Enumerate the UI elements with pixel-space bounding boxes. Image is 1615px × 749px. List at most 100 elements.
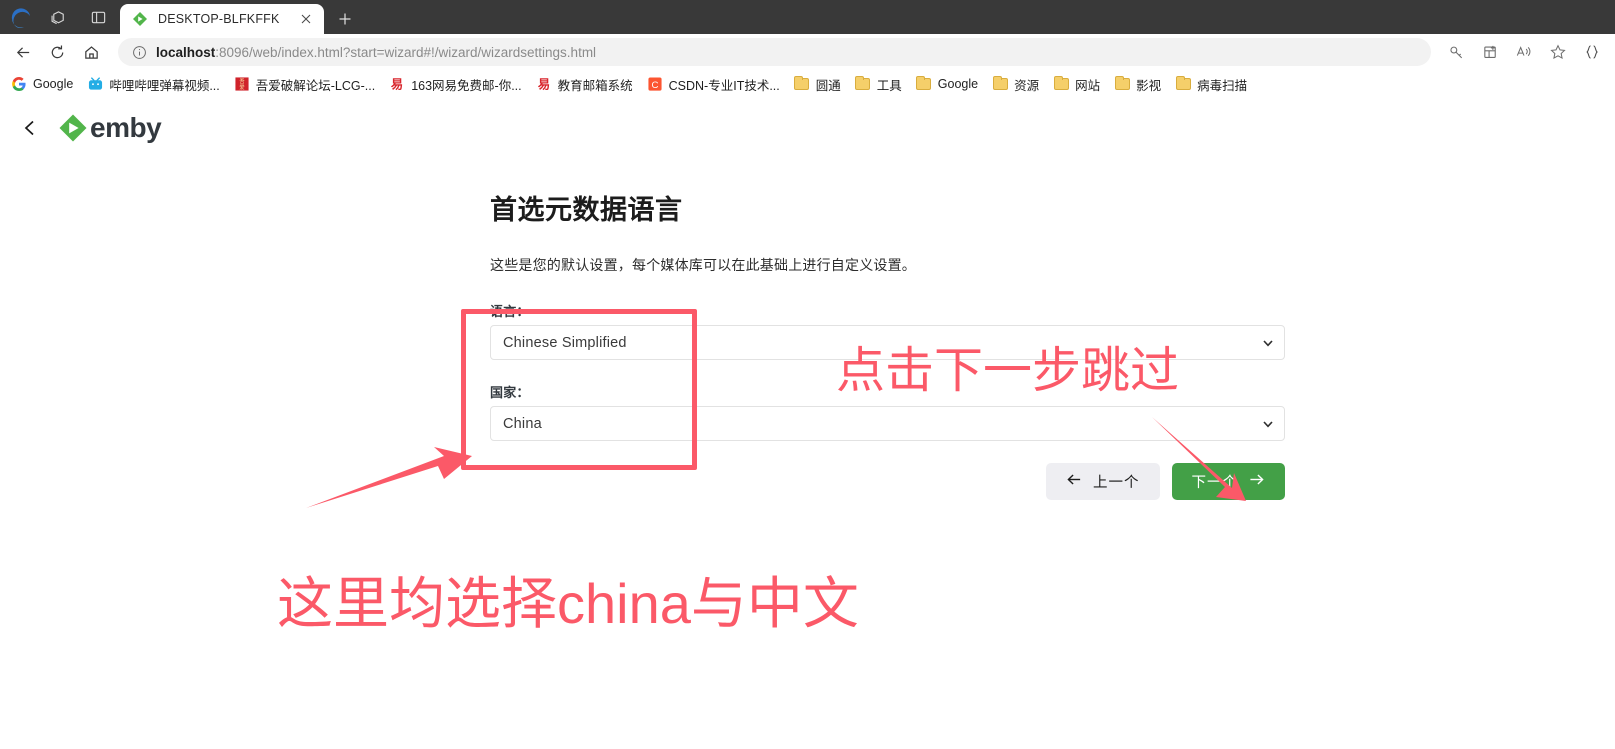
- svg-text:爱: 爱: [239, 83, 244, 91]
- bookmark-label: Google: [33, 77, 74, 91]
- folder-icon: [855, 76, 871, 92]
- language-select-wrapper[interactable]: Chinese Simplified: [490, 325, 1285, 360]
- country-select-wrapper[interactable]: China: [490, 406, 1285, 441]
- tab-strip: DESKTOP-BLFKFFK: [0, 0, 1615, 34]
- 52pojie-icon: 吾爱: [234, 76, 250, 92]
- browser-essentials-icon[interactable]: [1575, 37, 1609, 67]
- folder-icon: [1175, 76, 1191, 92]
- bookmark-label: 资源: [1014, 78, 1040, 93]
- workspaces-icon[interactable]: [38, 0, 78, 34]
- emby-diamond-icon: [58, 113, 88, 143]
- chevron-left-icon[interactable]: [8, 106, 52, 150]
- arrow-left-icon: [1066, 472, 1083, 491]
- folder-icon: [794, 76, 810, 90]
- wizard-panel: 首选元数据语言 这些是您的默认设置，每个媒体库可以在此基础上进行自定义设置。 语…: [490, 188, 1285, 500]
- next-button[interactable]: 下一个: [1171, 463, 1285, 500]
- bookmark-item[interactable]: 影视: [1107, 73, 1168, 95]
- browser-window: DESKTOP-BLFKFFK localhost:8096/web/index…: [0, 0, 1615, 749]
- language-select[interactable]: Chinese Simplified: [490, 325, 1285, 360]
- bookmark-item[interactable]: Google: [4, 73, 80, 95]
- toolbar-right-group: [1439, 37, 1609, 67]
- info-circle-icon[interactable]: [128, 41, 150, 63]
- netease-icon: 易: [536, 76, 552, 92]
- folder-icon: [1053, 76, 1069, 90]
- folder-icon: [1114, 76, 1130, 90]
- country-select[interactable]: China: [490, 406, 1285, 441]
- bookmark-label: 哔哩哔哩弹幕视频...: [109, 78, 220, 93]
- bookmark-label: 网站: [1075, 78, 1101, 93]
- field-language: 语言： Chinese Simplified: [490, 301, 1285, 360]
- field-country: 国家： China: [490, 382, 1285, 441]
- collections-icon[interactable]: [1473, 37, 1507, 67]
- reload-icon[interactable]: [40, 37, 74, 67]
- new-tab-button[interactable]: [328, 4, 362, 34]
- bookmark-label: 工具: [876, 78, 902, 93]
- address-bar[interactable]: localhost:8096/web/index.html?start=wiza…: [118, 38, 1431, 66]
- url-host: localhost: [156, 44, 216, 60]
- page-title: 首选元数据语言: [490, 195, 683, 225]
- wizard-button-row: 上一个 下一个: [490, 463, 1285, 500]
- bookmark-label: 影视: [1136, 78, 1162, 93]
- folder-icon: [1053, 76, 1069, 92]
- netease-icon: 易: [389, 76, 405, 92]
- chevron-down-icon[interactable]: [1261, 406, 1275, 441]
- navigation-toolbar: localhost:8096/web/index.html?start=wiza…: [0, 34, 1615, 70]
- folder-icon: [794, 76, 810, 92]
- read-aloud-icon[interactable]: [1507, 37, 1541, 67]
- csdn-icon: C: [647, 76, 663, 92]
- bookmark-label: 病毒扫描: [1197, 78, 1248, 93]
- bookmark-item[interactable]: 工具: [848, 73, 909, 95]
- folder-icon: [992, 76, 1008, 90]
- folder-icon: [916, 76, 932, 90]
- back-arrow-icon[interactable]: [6, 37, 40, 67]
- next-button-label: 下一个: [1191, 475, 1238, 491]
- bookmark-item[interactable]: C CSDN-专业IT技术...: [640, 73, 787, 95]
- bookmark-label: Google: [937, 77, 979, 91]
- folder-icon: [992, 76, 1008, 92]
- bookmark-item[interactable]: 吾爱吾爱破解论坛-LCG-...: [227, 73, 382, 95]
- chevron-down-icon[interactable]: [1261, 325, 1275, 360]
- google-icon: [11, 76, 27, 92]
- folder-icon: [855, 76, 871, 90]
- bookmark-item[interactable]: 网站: [1046, 73, 1107, 95]
- favorites-star-icon[interactable]: [1541, 37, 1575, 67]
- bookmark-item[interactable]: 病毒扫描: [1168, 73, 1254, 95]
- close-icon[interactable]: [296, 9, 316, 29]
- svg-text:C: C: [651, 80, 658, 91]
- page-viewport: emby 首选元数据语言 这些是您的默认设置，每个媒体库可以在此基础上进行自定义…: [0, 98, 1615, 749]
- bookmark-label: CSDN-专业IT技术...: [668, 78, 780, 93]
- bookmarks-bar: Google 哔哩哔哩弹幕视频... 吾爱吾爱破解论坛-LCG-... 易 163网易免…: [0, 70, 1615, 98]
- language-label: 语言：: [490, 304, 530, 319]
- url-path: :8096/web/index.html?start=wizard#!/wiza…: [215, 44, 597, 60]
- svg-text:易: 易: [391, 77, 403, 91]
- bookmark-item[interactable]: 圆通: [787, 73, 848, 95]
- bookmark-item[interactable]: 资源: [985, 73, 1046, 95]
- emby-wordmark: emby: [90, 112, 162, 143]
- previous-button-label: 上一个: [1093, 475, 1140, 491]
- folder-icon: [1114, 76, 1130, 92]
- previous-button[interactable]: 上一个: [1046, 463, 1160, 500]
- split-screen-icon[interactable]: [78, 0, 118, 34]
- bookmark-item[interactable]: 易教育邮箱系统: [529, 73, 640, 95]
- bilibili-icon: [87, 76, 103, 92]
- bookmark-item[interactable]: 哔哩哔哩弹幕视频...: [80, 73, 226, 95]
- address-bar-url: localhost:8096/web/index.html?start=wiza…: [156, 45, 596, 60]
- emby-logo[interactable]: emby: [58, 112, 162, 144]
- home-icon[interactable]: [74, 37, 108, 67]
- arrow-right-icon: [1248, 472, 1265, 491]
- tab-title: DESKTOP-BLFKFFK: [158, 12, 280, 26]
- browser-tab-active[interactable]: DESKTOP-BLFKFFK: [120, 4, 324, 34]
- svg-text:易: 易: [538, 77, 550, 91]
- bookmark-label: 圆通: [815, 78, 841, 93]
- folder-icon: [1175, 76, 1191, 90]
- bookmark-item[interactable]: Google: [909, 73, 985, 95]
- bookmark-label: 吾爱破解论坛-LCG-...: [255, 78, 376, 93]
- bookmark-label: 163网易免费邮-你...: [411, 78, 522, 93]
- folder-icon: [916, 76, 932, 92]
- page-description: 这些是您的默认设置，每个媒体库可以在此基础上进行自定义设置。: [490, 257, 916, 273]
- bookmark-item[interactable]: 易 163网易免费邮-你...: [382, 73, 528, 95]
- country-label: 国家：: [490, 385, 530, 400]
- edge-logo-icon: [4, 0, 38, 34]
- key-icon[interactable]: [1439, 37, 1473, 67]
- emby-favicon-icon: [132, 11, 148, 27]
